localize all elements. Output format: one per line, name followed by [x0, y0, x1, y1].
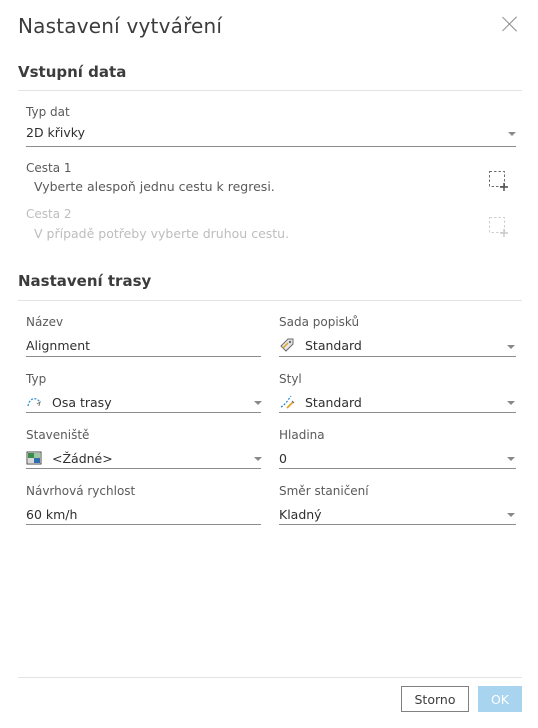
select-object-icon[interactable] [488, 170, 510, 192]
station-direction-underline [279, 524, 516, 525]
data-type-label: Typ dat [26, 105, 70, 119]
chevron-down-icon [507, 401, 515, 405]
alignment-type-icon [27, 398, 41, 407]
creation-settings-dialog: Nastavení vytváření Vstupní data Typ dat… [0, 0, 538, 728]
label-set-value: Standard [305, 338, 362, 353]
style-label: Styl [279, 372, 302, 386]
path2-label: Cesta 2 [26, 207, 72, 221]
design-speed-underline [26, 524, 261, 525]
cancel-button[interactable]: Storno [401, 686, 469, 712]
path2-hint: V případě potřeby vyberte druhou cestu. [34, 226, 290, 241]
style-underline [279, 412, 516, 413]
site-label: Staveniště [26, 428, 90, 442]
station-direction-label: Směr staničení [279, 484, 369, 498]
chevron-down-icon [508, 132, 516, 136]
site-value: <Žádné> [52, 451, 113, 466]
chevron-down-icon [507, 513, 515, 517]
layer-value: 0 [279, 451, 287, 466]
data-type-value: 2D křivky [26, 125, 85, 140]
label-set-underline [279, 356, 516, 357]
layer-label: Hladina [279, 428, 325, 442]
name-value: Alignment [26, 338, 91, 353]
data-type-underline [26, 146, 516, 147]
path1-label: Cesta 1 [26, 161, 72, 175]
style-value: Standard [305, 395, 362, 410]
type-underline [26, 412, 261, 413]
site-icon [26, 451, 42, 465]
input-section-divider [18, 90, 522, 91]
name-underline [26, 356, 261, 357]
design-speed-value: 60 km/h [26, 507, 78, 522]
route-section-divider [18, 300, 522, 301]
chevron-down-icon [507, 457, 515, 461]
select-object-icon-disabled [489, 217, 508, 237]
chevron-down-icon [507, 345, 515, 349]
close-icon[interactable] [502, 16, 518, 32]
route-section-title: Nastavení trasy [18, 272, 152, 290]
ok-button[interactable]: OK [478, 686, 522, 712]
station-direction-value: Kladný [279, 507, 322, 522]
path1-hint: Vyberte alespoň jednu cestu k regresi. [34, 179, 275, 194]
type-label: Typ [26, 372, 47, 386]
chevron-down-icon [254, 401, 262, 405]
layer-underline [279, 468, 516, 469]
label-set-label: Sada popisků [279, 315, 360, 329]
chevron-down-icon [254, 457, 262, 461]
style-icon [280, 395, 295, 409]
type-value: Osa trasy [52, 395, 112, 410]
footer-divider [18, 677, 522, 678]
design-speed-label: Návrhová rychlost [26, 484, 136, 498]
name-label: Název [26, 315, 64, 329]
label-tag-icon [280, 338, 294, 352]
site-underline [26, 468, 261, 469]
input-section-title: Vstupní data [18, 63, 127, 81]
dialog-title: Nastavení vytváření [18, 14, 223, 38]
